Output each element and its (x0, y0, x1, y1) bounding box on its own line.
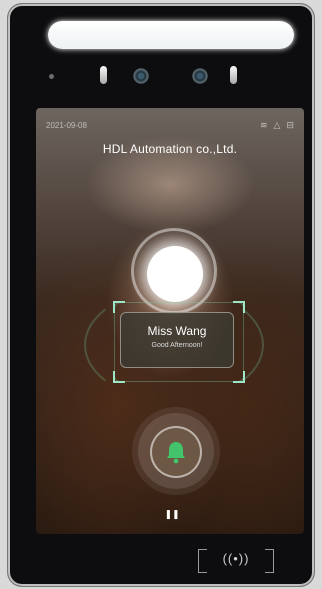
call-button[interactable] (150, 426, 202, 478)
scan-corner-tl (113, 301, 125, 313)
recognized-name: Miss Wang (147, 324, 207, 338)
scan-corner-bl (113, 371, 125, 383)
scan-corner-br (233, 371, 245, 383)
nfc-bracket-right (265, 549, 274, 573)
greeting-message: Good Afternoon! (151, 342, 203, 349)
status-bar: 2021-09-08 ≋ △ ⊟ (36, 116, 304, 134)
light-sensor (49, 74, 54, 79)
face-recognition-terminal: 2021-09-08 ≋ △ ⊟ HDL Automation co.,Ltd.… (8, 4, 314, 586)
recognition-card: Miss Wang Good Afternoon! (120, 312, 234, 368)
display-screen: 2021-09-08 ≋ △ ⊟ HDL Automation co.,Ltd.… (36, 108, 304, 534)
wifi-icon: ≋ (259, 119, 268, 130)
camera-lens-left (133, 68, 149, 84)
pause-icon[interactable]: ❚❚ (164, 508, 180, 520)
bell-icon (167, 442, 185, 464)
status-icons: ≋ △ ⊟ (260, 120, 294, 131)
scan-corner-tr (233, 301, 245, 313)
alert-icon: △ (273, 119, 281, 130)
nfc-bracket-left (198, 549, 207, 573)
network-icon: ⊟ (286, 119, 294, 130)
fill-light-bar (48, 21, 294, 49)
nfc-reader[interactable]: ((•)) (198, 545, 274, 575)
nfc-icon: ((•)) (222, 551, 250, 566)
ir-led-right (230, 66, 237, 84)
camera-lens-right (192, 68, 208, 84)
status-date: 2021-09-08 (46, 120, 87, 130)
face-privacy-mask (147, 246, 203, 302)
company-name: HDL Automation co.,Ltd. (102, 142, 238, 156)
ir-led-left (100, 66, 107, 84)
